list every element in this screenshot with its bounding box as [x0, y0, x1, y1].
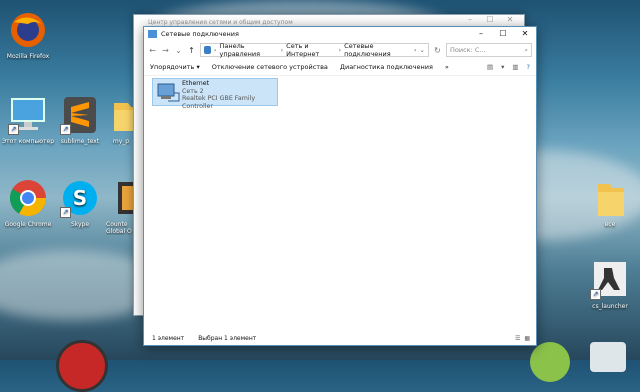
desktop-icon-sublime[interactable]: ↗ sublime_text: [52, 95, 108, 145]
computer-icon: ↗: [8, 95, 48, 135]
minimize-button[interactable]: –: [460, 15, 480, 24]
chevron-down-icon[interactable]: ⌄: [420, 46, 428, 54]
forward-icon[interactable]: →: [161, 46, 170, 55]
chevron-right-icon: ›: [213, 46, 217, 54]
desktop-icon-this-pc[interactable]: ↗ Этот компьютер: [0, 95, 56, 145]
disable-device-button[interactable]: Отключение сетевого устройства: [212, 63, 328, 71]
title-bar: Сетевые подключения – ☐ ✕: [144, 27, 536, 41]
chrome-icon: [8, 178, 48, 218]
desktop-icon-folder[interactable]: my_p: [106, 95, 136, 145]
address-bar-row: ← → ⌄ ↑ › Панель управления › Сеть и Инт…: [144, 41, 536, 59]
desktop-icon-label: Этот компьютер: [1, 138, 55, 145]
shortcut-arrow-icon: ↗: [60, 207, 71, 218]
connection-item-ethernet[interactable]: Ethernet Сеть 2 Realtek PCI GBE Family C…: [152, 78, 278, 110]
control-panel-icon: [204, 46, 211, 54]
record-app-icon[interactable]: [56, 340, 108, 392]
shortcut-arrow-icon: ↗: [8, 124, 19, 135]
command-bar: Упорядочить ▾ Отключение сетевого устрой…: [144, 59, 536, 76]
recycle-bin-icon[interactable]: [590, 342, 626, 372]
refresh-icon[interactable]: ↻: [433, 46, 442, 55]
desktop-icon-skype[interactable]: S ↗ Skype: [52, 178, 108, 228]
skype-icon: S ↗: [60, 178, 100, 218]
preview-pane-icon[interactable]: ▥: [512, 63, 518, 71]
diagnose-button[interactable]: Диагностика подключения: [340, 63, 433, 71]
desktop-icon-label: sublime_text: [60, 138, 100, 145]
chevron-right-icon: ›: [413, 46, 417, 54]
details-view-icon[interactable]: ☰: [515, 335, 520, 342]
tiles-view-icon[interactable]: ▦: [524, 335, 530, 342]
desktop-icon-label: Mozilla Firefox: [6, 53, 50, 60]
dropdown-chevron-icon[interactable]: ⌄: [174, 46, 183, 55]
network-connections-window[interactable]: Сетевые подключения – ☐ ✕ ← → ⌄ ↑ › Пане…: [143, 26, 537, 346]
search-input[interactable]: Поиск: С... ⌕: [446, 43, 532, 57]
breadcrumb-item[interactable]: Панель управления: [219, 42, 277, 58]
view-options-icon[interactable]: ▤: [487, 63, 493, 71]
close-button[interactable]: ✕: [514, 27, 536, 41]
organize-button[interactable]: Упорядочить ▾: [150, 63, 200, 71]
search-icon: ⌕: [524, 45, 528, 54]
search-placeholder: Поиск: С...: [450, 46, 486, 54]
desktop-icon-label: cs_launcher: [592, 303, 628, 310]
connection-network: Сеть 2: [182, 87, 204, 95]
shortcut-arrow-icon: ↗: [60, 124, 71, 135]
chevron-right-icon: ›: [338, 46, 342, 54]
folder-icon: [590, 178, 630, 218]
window-title: Сетевые подключения: [161, 30, 239, 38]
connections-list: Ethernet Сеть 2 Realtek PCI GBE Family C…: [144, 75, 536, 331]
network-adapter-icon: [156, 81, 180, 103]
close-button[interactable]: ✕: [500, 15, 520, 24]
minimize-button[interactable]: –: [470, 27, 492, 41]
connection-name: Ethernet: [182, 80, 210, 87]
desktop-icon-label: my_p: [112, 138, 130, 145]
more-commands-button[interactable]: »: [445, 63, 449, 71]
connection-adapter: Realtek PCI GBE Family Controller: [182, 95, 256, 110]
help-icon[interactable]: ?: [527, 63, 530, 71]
desktop-icon-label: Google Chrome: [4, 221, 52, 228]
address-bar[interactable]: › Панель управления › Сеть и Интернет › …: [200, 42, 429, 58]
desktop-icon-label: Skype: [70, 221, 90, 228]
maximize-button[interactable]: ☐: [480, 15, 500, 24]
svg-text:S: S: [73, 186, 87, 210]
firefox-icon: [8, 10, 48, 50]
shortcut-arrow-icon: ↗: [590, 289, 601, 300]
item-count: 1 элемент: [152, 334, 185, 342]
maximize-button[interactable]: ☐: [492, 27, 514, 41]
desktop-icon-cs-launcher[interactable]: ↗ cs_launcher: [582, 260, 638, 310]
back-icon[interactable]: ←: [148, 46, 157, 55]
desktop-icon-chrome[interactable]: Google Chrome: [0, 178, 56, 228]
cs-launcher-icon: ↗: [590, 260, 630, 300]
desktop-icon-label: все: [604, 221, 616, 228]
desktop-icon-folder-all[interactable]: все: [582, 178, 638, 228]
breadcrumb-item[interactable]: Сетевые подключения: [344, 42, 411, 58]
breadcrumb-item[interactable]: Сеть и Интернет: [286, 42, 335, 58]
sublime-icon: ↗: [60, 95, 100, 135]
chevron-right-icon: ›: [280, 46, 284, 54]
desktop-icon-firefox[interactable]: Mozilla Firefox: [0, 10, 56, 60]
window-app-icon: [148, 30, 157, 38]
selected-count: Выбран 1 элемент: [198, 334, 257, 342]
chevron-down-icon[interactable]: ▾: [501, 63, 504, 71]
add-app-icon[interactable]: [530, 342, 570, 382]
up-icon[interactable]: ↑: [187, 46, 196, 55]
status-bar: 1 элемент Выбран 1 элемент ☰ ▦: [144, 331, 536, 345]
